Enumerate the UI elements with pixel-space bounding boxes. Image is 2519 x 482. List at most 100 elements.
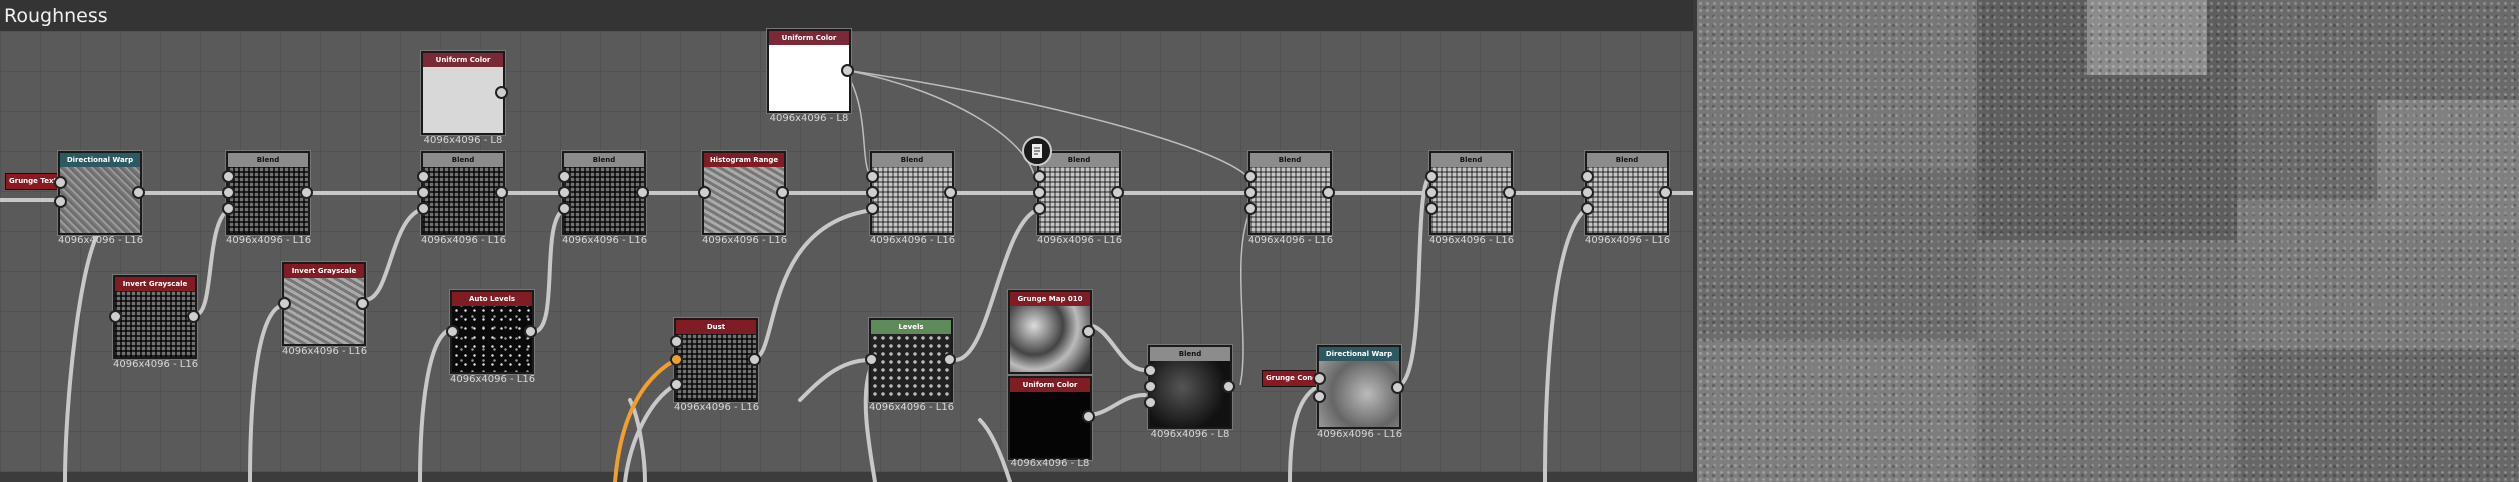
- node-blend[interactable]: Blend: [1248, 151, 1332, 235]
- node-invert-grayscale[interactable]: Invert Grayscale: [282, 262, 366, 346]
- output-port[interactable]: [944, 186, 957, 199]
- input-port[interactable]: [109, 310, 122, 323]
- node-title: Auto Levels: [452, 292, 532, 306]
- output-port[interactable]: [1503, 186, 1516, 199]
- input-port[interactable]: [446, 325, 459, 338]
- input-port[interactable]: [1581, 170, 1594, 183]
- node-blend[interactable]: Blend: [1148, 345, 1232, 429]
- node-title: Directional Warp: [60, 153, 140, 167]
- output-port[interactable]: [841, 64, 854, 77]
- output-port[interactable]: [943, 353, 956, 366]
- output-port[interactable]: [524, 325, 537, 338]
- output-port[interactable]: [1082, 410, 1095, 423]
- input-port[interactable]: [670, 335, 683, 348]
- input-port[interactable]: [866, 186, 879, 199]
- output-port[interactable]: [1111, 186, 1124, 199]
- output-port[interactable]: [1391, 381, 1404, 394]
- input-port[interactable]: [222, 202, 235, 215]
- node-thumbnail: [1039, 167, 1119, 233]
- node-directional-warp[interactable]: Directional Warp: [1317, 345, 1401, 429]
- input-port[interactable]: [1581, 202, 1594, 215]
- input-port[interactable]: [417, 170, 430, 183]
- input-port[interactable]: [1313, 372, 1326, 385]
- node-thumbnail: [423, 167, 503, 233]
- input-port[interactable]: [1425, 202, 1438, 215]
- node-invert-grayscale[interactable]: Invert Grayscale: [113, 275, 197, 359]
- input-port[interactable]: [866, 202, 879, 215]
- input-port[interactable]: [1033, 170, 1046, 183]
- document-icon[interactable]: [1022, 136, 1052, 166]
- input-port[interactable]: [54, 176, 67, 189]
- graph-scrollbar[interactable]: [0, 472, 1693, 482]
- input-port[interactable]: [670, 353, 683, 366]
- node-dust[interactable]: Dust: [674, 318, 758, 402]
- output-port[interactable]: [1659, 186, 1672, 199]
- input-port[interactable]: [222, 170, 235, 183]
- preview-noise-overlay: [1697, 0, 2519, 482]
- input-port[interactable]: [866, 170, 879, 183]
- node-resolution: 4096x4096 - L16: [702, 235, 788, 246]
- output-port[interactable]: [132, 186, 145, 199]
- node-blend[interactable]: Blend: [870, 151, 954, 235]
- input-port[interactable]: [1144, 380, 1157, 393]
- node-uniform-color[interactable]: Uniform Color: [1008, 376, 1092, 460]
- input-port[interactable]: [558, 186, 571, 199]
- output-port[interactable]: [636, 186, 649, 199]
- output-port[interactable]: [748, 353, 761, 366]
- node-blend[interactable]: Blend: [1429, 151, 1513, 235]
- output-port[interactable]: [495, 86, 508, 99]
- node-blend[interactable]: Blend: [1585, 151, 1669, 235]
- node-histogram-range[interactable]: Histogram Range: [702, 151, 786, 235]
- input-port[interactable]: [1244, 202, 1257, 215]
- input-port[interactable]: [1244, 170, 1257, 183]
- graph-panel[interactable]: Roughness Grunge Text... Grunge Conc... …: [0, 0, 1693, 482]
- input-port[interactable]: [1425, 186, 1438, 199]
- input-port[interactable]: [865, 353, 878, 366]
- node-title: Dust: [676, 320, 756, 334]
- node-thumbnail: [284, 278, 364, 344]
- texture-preview[interactable]: [1697, 0, 2519, 482]
- node-title: Blend: [228, 153, 308, 167]
- input-port[interactable]: [1244, 186, 1257, 199]
- input-port[interactable]: [1033, 186, 1046, 199]
- input-port[interactable]: [1425, 170, 1438, 183]
- node-levels[interactable]: Levels: [869, 318, 953, 402]
- input-port[interactable]: [1033, 202, 1046, 215]
- node-title: Grunge Map 010: [1010, 292, 1090, 306]
- node-blend[interactable]: Blend: [226, 151, 310, 235]
- output-port[interactable]: [495, 186, 508, 199]
- node-title: Uniform Color: [769, 31, 849, 45]
- node-uniform-color[interactable]: Uniform Color: [421, 51, 505, 135]
- node-blend[interactable]: Blend: [562, 151, 646, 235]
- output-port[interactable]: [187, 310, 200, 323]
- input-port[interactable]: [558, 170, 571, 183]
- input-port[interactable]: [698, 186, 711, 199]
- node-directional-warp[interactable]: Directional Warp: [58, 151, 142, 235]
- node-resolution: 4096x4096 - L16: [226, 235, 312, 246]
- output-port[interactable]: [1082, 325, 1095, 338]
- node-blend[interactable]: Blend: [421, 151, 505, 235]
- output-port[interactable]: [1322, 186, 1335, 199]
- input-port[interactable]: [1313, 390, 1326, 403]
- node-grunge-map[interactable]: Grunge Map 010: [1008, 290, 1092, 374]
- input-port[interactable]: [417, 202, 430, 215]
- output-port[interactable]: [356, 297, 369, 310]
- input-port[interactable]: [54, 195, 67, 208]
- node-title: Invert Grayscale: [284, 264, 364, 278]
- input-port[interactable]: [1144, 364, 1157, 377]
- input-port[interactable]: [670, 378, 683, 391]
- node-resolution: 4096x4096 - L16: [421, 235, 507, 246]
- node-resolution: 4096x4096 - L16: [1585, 235, 1671, 246]
- output-port[interactable]: [776, 186, 789, 199]
- input-port[interactable]: [417, 186, 430, 199]
- input-port[interactable]: [222, 186, 235, 199]
- input-port[interactable]: [558, 202, 571, 215]
- input-port[interactable]: [1144, 396, 1157, 409]
- node-thumbnail: [564, 167, 644, 233]
- node-uniform-color[interactable]: Uniform Color: [767, 29, 851, 113]
- input-port[interactable]: [278, 297, 291, 310]
- node-auto-levels[interactable]: Auto Levels: [450, 290, 534, 374]
- input-port[interactable]: [1581, 186, 1594, 199]
- output-port[interactable]: [300, 186, 313, 199]
- output-port[interactable]: [1222, 380, 1235, 393]
